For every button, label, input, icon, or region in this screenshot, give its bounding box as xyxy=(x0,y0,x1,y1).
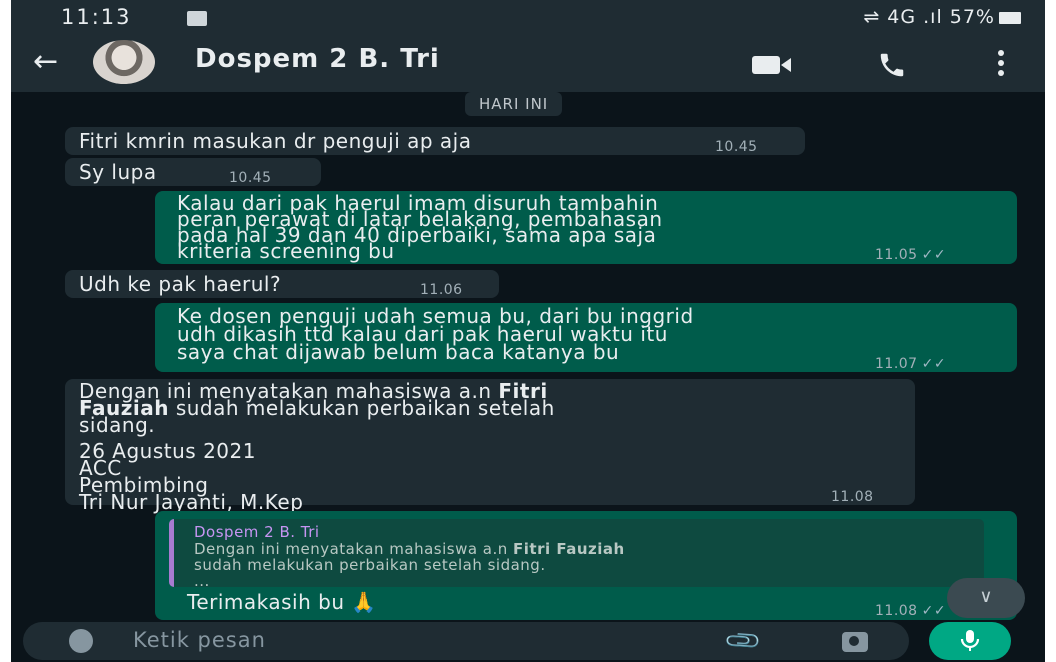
quote-text: Dengan ini menyatakan mahasiswa a.n Fitr… xyxy=(194,541,964,589)
phone-icon[interactable] xyxy=(875,50,909,80)
more-vert-icon[interactable] xyxy=(998,50,1004,80)
contact-name[interactable]: Dospem 2 B. Tri xyxy=(195,44,440,74)
message-input[interactable]: Ketik pesan 📎 xyxy=(23,621,909,662)
quoted-message[interactable]: Dospem 2 B. Tri Dengan ini menyatakan ma… xyxy=(169,519,984,589)
message-bubble[interactable]: Kalau dari pak haerul imam disuruh tamba… xyxy=(155,191,1017,264)
message-time: 11.08 xyxy=(875,603,918,619)
message-text: Fitri kmrin masukan dr penguji ap aja xyxy=(79,129,472,153)
quote-author: Dospem 2 B. Tri xyxy=(194,523,320,541)
paperclip-icon[interactable]: 📎 xyxy=(722,621,763,662)
microphone-icon[interactable] xyxy=(929,622,1011,660)
message-time: 10.45 xyxy=(715,139,758,155)
message-bubble[interactable]: Fitri kmrin masukan dr penguji ap aja 10… xyxy=(65,127,805,155)
input-placeholder: Ketik pesan xyxy=(133,628,266,652)
double-check-icon: ✓✓ xyxy=(921,603,947,619)
avatar[interactable] xyxy=(93,40,155,84)
double-check-icon: ✓✓ xyxy=(921,356,947,372)
camera-icon[interactable] xyxy=(842,632,868,652)
message-text: Ke dosen penguji udah semua bu, dari bu … xyxy=(177,306,694,364)
message-bubble[interactable]: Ke dosen penguji udah semua bu, dari bu … xyxy=(155,303,1017,372)
message-time: 11.06 xyxy=(420,282,463,298)
message-bubble[interactable]: Udh ke pak haerul? 11.06 xyxy=(65,270,499,298)
double-check-icon: ✓✓ xyxy=(921,247,947,263)
message-text: Udh ke pak haerul? xyxy=(79,272,282,296)
message-text: Dengan ini menyatakan mahasiswa a.n Fitr… xyxy=(79,381,555,514)
message-list[interactable]: HARI INI Fitri kmrin masukan dr penguji … xyxy=(11,92,1045,620)
status-bar: 11:13 ⇌ 4G .ıl 57% xyxy=(11,0,1045,34)
reply-bubble[interactable]: Dospem 2 B. Tri Dengan ini menyatakan ma… xyxy=(155,511,1017,620)
message-bubble[interactable]: Sy lupa 10.45 xyxy=(65,158,321,186)
chevron-double-down-icon[interactable]: ∨ xyxy=(947,578,1025,618)
message-text: Terimakasih bu 🙏 xyxy=(187,590,377,614)
message-text: Kalau dari pak haerul imam disuruh tamba… xyxy=(177,193,663,261)
composer: Ketik pesan 📎 xyxy=(11,620,1045,662)
message-time: 11.08 xyxy=(831,489,874,505)
status-indicators: ⇌ 4G .ıl 57% xyxy=(863,6,1021,28)
message-time: 11.07 xyxy=(875,356,918,372)
message-time: 10.45 xyxy=(229,170,272,186)
message-time: 11.05 xyxy=(875,247,918,263)
battery-icon xyxy=(999,11,1021,24)
message-line: sudah melakukan perbaikan setelah xyxy=(168,396,555,420)
status-signal-battery-text: ⇌ 4G .ıl 57% xyxy=(863,6,995,28)
message-line: saya chat dijawab belum baca katanya bu xyxy=(177,340,620,364)
whatsapp-screen: 11:13 ⇌ 4G .ıl 57% ← Dospem 2 B. Tri HAR… xyxy=(11,0,1045,662)
quote-line: ... xyxy=(194,572,210,590)
emoji-icon[interactable] xyxy=(69,629,93,653)
message-notification-icon xyxy=(187,11,207,26)
message-bubble[interactable]: Dengan ini menyatakan mahasiswa a.n Fitr… xyxy=(65,379,915,512)
quote-line: sudah melakukan perbaikan setelah sidang… xyxy=(194,556,546,574)
video-call-icon[interactable] xyxy=(752,56,791,78)
message-line: Tri Nur Jayanti, M.Kep xyxy=(79,490,304,514)
chat-header: ← Dospem 2 B. Tri xyxy=(11,34,1045,92)
date-chip: HARI INI xyxy=(465,92,563,116)
arrow-left-icon[interactable]: ← xyxy=(33,44,58,79)
message-text: Sy lupa xyxy=(79,160,157,184)
message-line: 26 Agustus 2021 xyxy=(79,439,256,463)
status-time: 11:13 xyxy=(61,5,132,29)
